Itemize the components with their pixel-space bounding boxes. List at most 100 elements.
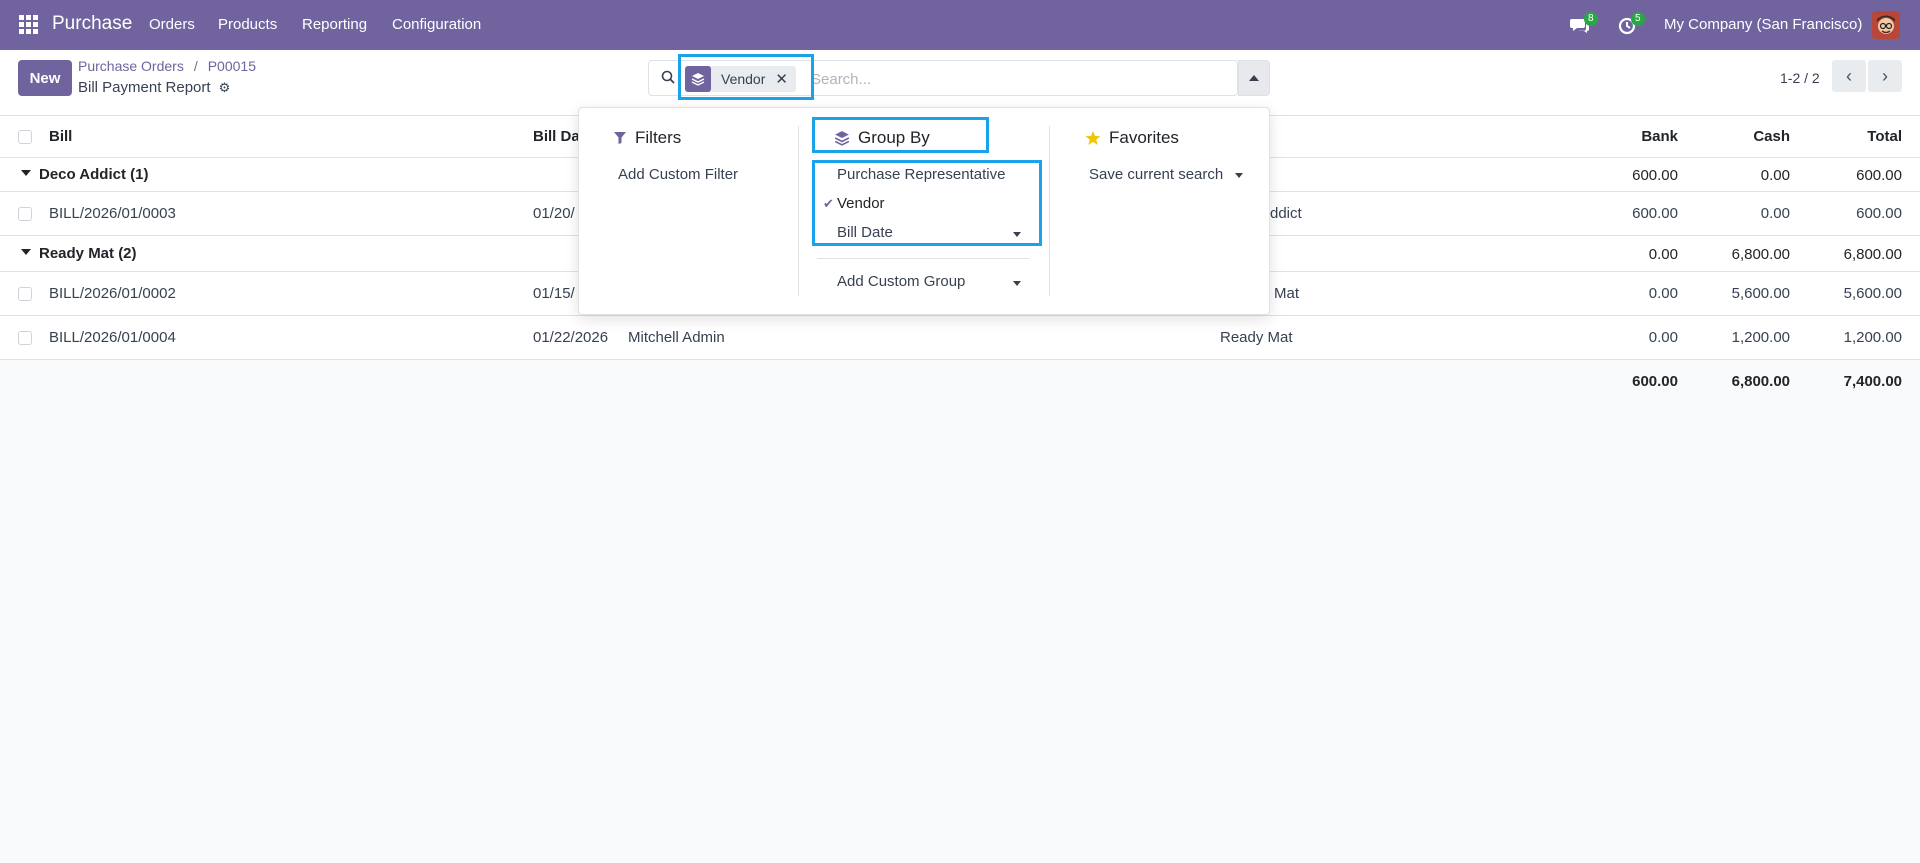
menu-configuration[interactable]: Configuration (392, 16, 481, 33)
cell-total: 1,200.00 (1843, 329, 1902, 346)
layers-icon (834, 131, 850, 146)
favorites-title: Favorites (1085, 128, 1179, 148)
column-cash[interactable]: Cash (1680, 128, 1790, 145)
table-row[interactable]: BILL/2026/01/0004 01/22/2026 Mitchell Ad… (0, 316, 1920, 360)
cell-vendor: Ready Mat (1220, 329, 1293, 346)
divider (817, 258, 1029, 259)
group-by-vendor[interactable]: Vendor (837, 195, 885, 212)
activities-button[interactable]: 5 (1618, 12, 1645, 36)
check-icon: ✔ (823, 196, 834, 211)
caret-down-icon (21, 249, 31, 256)
group-cash: 0.00 (1760, 167, 1790, 184)
chevron-left-icon: ‹ (1846, 65, 1852, 86)
search-icon[interactable] (661, 70, 675, 84)
close-icon[interactable]: ✕ (775, 70, 796, 88)
group-label-text: Ready Mat (2) (39, 245, 137, 262)
app-name[interactable]: Purchase (52, 13, 132, 35)
company-switcher[interactable]: My Company (San Francisco) (1664, 16, 1862, 33)
save-current-search[interactable]: Save current search (1089, 166, 1223, 183)
cell-vendor: ddict (1270, 205, 1302, 222)
activities-badge: 5 (1631, 12, 1645, 26)
group-by-bill-date[interactable]: Bill Date (837, 224, 893, 241)
top-navbar: Purchase Orders Products Reporting Confi… (0, 0, 1920, 50)
group-by-title: Group By (834, 128, 930, 148)
breadcrumb: Purchase Orders / P00015 (78, 58, 256, 74)
cell-cash: 1,200.00 (1731, 329, 1790, 346)
user-avatar[interactable] (1872, 11, 1900, 39)
menu-products[interactable]: Products (218, 16, 277, 33)
group-by-title-text: Group By (858, 128, 930, 147)
group-label: Deco Addict (1) (21, 166, 148, 183)
cell-cash: 0.00 (1760, 205, 1790, 222)
group-label: Ready Mat (2) (21, 245, 137, 262)
cell-bill: BILL/2026/01/0003 (49, 205, 176, 222)
page-title: Bill Payment Report ⚙ (78, 79, 230, 96)
messages-button[interactable]: 8 (1570, 12, 1598, 36)
group-label-text: Deco Addict (1) (39, 166, 149, 183)
breadcrumb-record[interactable]: P00015 (208, 58, 256, 74)
cell-bill: BILL/2026/01/0004 (49, 329, 176, 346)
group-total: 6,800.00 (1843, 246, 1902, 263)
pager-previous-button[interactable]: ‹ (1832, 60, 1866, 92)
star-icon (1085, 131, 1101, 145)
caret-down-icon[interactable] (1235, 173, 1243, 178)
search-panel-dropdown: Filters Add Custom Filter Group By Purch… (578, 107, 1270, 315)
column-bank[interactable]: Bank (1570, 128, 1678, 145)
caret-down-icon[interactable] (1013, 232, 1021, 237)
page-title-text: Bill Payment Report (78, 79, 211, 96)
breadcrumb-separator: / (193, 58, 198, 74)
column-total[interactable]: Total (1792, 128, 1902, 145)
cell-cash: 5,600.00 (1731, 285, 1790, 302)
search-options-toggle[interactable] (1238, 60, 1270, 96)
search-input[interactable] (811, 67, 1211, 91)
pager-next-button[interactable]: › (1868, 60, 1902, 92)
cell-bill: BILL/2026/01/0002 (49, 285, 176, 302)
breadcrumb-purchase-orders[interactable]: Purchase Orders (78, 58, 184, 74)
gear-icon[interactable]: ⚙ (219, 80, 231, 96)
filters-title-text: Filters (635, 128, 682, 147)
layers-icon (685, 66, 711, 92)
caret-up-icon (1249, 75, 1259, 81)
group-bank: 0.00 (1648, 246, 1678, 263)
search-bar: Vendor ✕ (648, 60, 1238, 96)
group-bank: 600.00 (1632, 167, 1678, 184)
chevron-right-icon: › (1882, 65, 1888, 86)
caret-down-icon[interactable] (1013, 281, 1021, 286)
search-facet-vendor[interactable]: Vendor ✕ (685, 66, 796, 92)
total-bank: 600.00 (1632, 373, 1678, 390)
row-checkbox[interactable] (18, 207, 32, 221)
divider (1049, 126, 1050, 296)
filters-title: Filters (613, 128, 681, 148)
row-checkbox[interactable] (18, 287, 32, 301)
cell-bill-date: 01/15/ (533, 285, 575, 302)
pager-value[interactable]: 1-2 / 2 (1780, 70, 1820, 86)
cell-bank: 0.00 (1648, 285, 1678, 302)
table-footer-totals: 600.00 6,800.00 7,400.00 (0, 360, 1920, 404)
cell-total: 600.00 (1856, 205, 1902, 222)
cell-bill-date: 01/22/2026 (533, 329, 609, 346)
total-cash: 6,800.00 (1731, 373, 1790, 390)
messages-badge: 8 (1584, 12, 1598, 26)
avatar-face-icon (1872, 11, 1900, 39)
menu-orders[interactable]: Orders (149, 16, 195, 33)
new-button[interactable]: New (18, 60, 72, 96)
menu-reporting[interactable]: Reporting (302, 16, 367, 33)
cell-bill-date: 01/20/ (533, 205, 575, 222)
add-custom-group[interactable]: Add Custom Group (837, 273, 965, 290)
cell-vendor: Mat (1274, 285, 1300, 302)
favorites-title-text: Favorites (1109, 128, 1179, 147)
column-bill[interactable]: Bill (49, 128, 72, 145)
divider (798, 126, 799, 296)
cell-bank: 600.00 (1632, 205, 1678, 222)
total-total: 7,400.00 (1843, 373, 1902, 390)
group-total: 600.00 (1856, 167, 1902, 184)
cell-total: 5,600.00 (1843, 285, 1902, 302)
column-bill-date[interactable]: Bill Da (533, 128, 580, 145)
row-checkbox[interactable] (18, 331, 32, 345)
add-custom-filter[interactable]: Add Custom Filter (618, 166, 738, 183)
group-by-purchase-representative[interactable]: Purchase Representative (837, 166, 1005, 183)
filter-icon (614, 132, 626, 144)
select-all-checkbox[interactable] (18, 130, 32, 144)
cell-bank: 0.00 (1648, 329, 1678, 346)
apps-grid-icon[interactable] (19, 15, 38, 34)
